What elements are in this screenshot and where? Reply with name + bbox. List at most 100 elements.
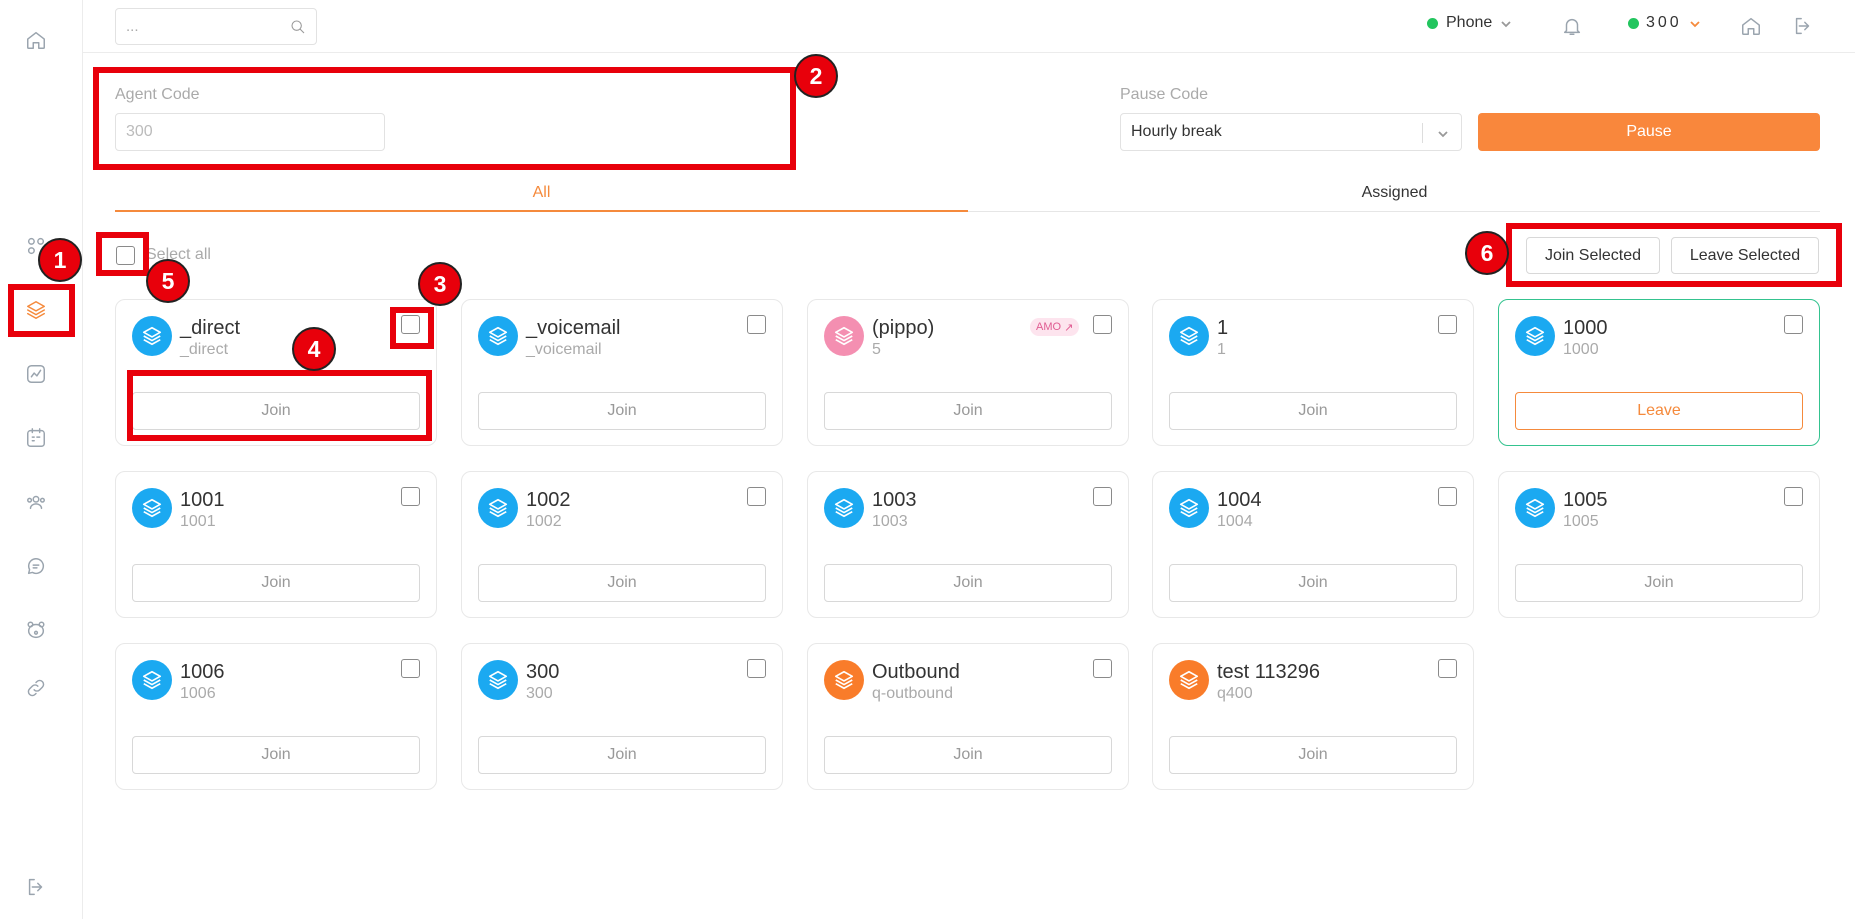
logout-icon[interactable] bbox=[24, 875, 48, 899]
join-queue-button[interactable]: Join bbox=[478, 736, 766, 774]
queue-checkbox[interactable] bbox=[1784, 487, 1803, 506]
queue-code: 1001 bbox=[180, 513, 216, 530]
logout-icon[interactable] bbox=[1792, 15, 1814, 37]
join-queue-button[interactable]: Join bbox=[824, 392, 1112, 430]
topbar: ... Phone 300 bbox=[83, 0, 1855, 53]
queue-name: _voicemail bbox=[526, 317, 621, 339]
queue-card: 1 1 Join bbox=[1152, 299, 1474, 446]
home-icon[interactable] bbox=[1740, 15, 1762, 37]
queue-code: 1002 bbox=[526, 513, 562, 530]
queue-layers-icon bbox=[1515, 488, 1555, 528]
queue-code: 5 bbox=[872, 341, 881, 358]
phone-status-dot bbox=[1427, 17, 1438, 29]
queue-card: 1006 1006 Join bbox=[115, 643, 437, 790]
home-icon[interactable] bbox=[24, 28, 48, 52]
bell-icon[interactable] bbox=[1561, 15, 1583, 37]
join-queue-button[interactable]: Join bbox=[132, 564, 420, 602]
queue-layers-icon bbox=[824, 660, 864, 700]
queue-card: 1000 1000 Leave bbox=[1498, 299, 1820, 446]
users-icon[interactable] bbox=[24, 490, 48, 514]
annotation-box-6 bbox=[1506, 223, 1842, 287]
queue-layers-icon bbox=[1169, 316, 1209, 356]
tab-all[interactable]: All bbox=[115, 180, 968, 212]
select-divider bbox=[1422, 123, 1423, 143]
queue-card: test 113296 q400 Join bbox=[1152, 643, 1474, 790]
annotation-number-1: 1 bbox=[38, 238, 82, 282]
queue-code: _voicemail bbox=[526, 341, 602, 358]
queue-name: _direct bbox=[180, 317, 241, 339]
queue-name: 1004 bbox=[1217, 489, 1262, 511]
queue-code: 300 bbox=[526, 685, 553, 702]
calendar-icon[interactable] bbox=[24, 426, 48, 450]
queue-layers-icon bbox=[1169, 660, 1209, 700]
queue-card: 1003 1003 Join bbox=[807, 471, 1129, 618]
join-queue-button[interactable]: Join bbox=[824, 564, 1112, 602]
queue-card: 1002 1002 Join bbox=[461, 471, 783, 618]
queue-checkbox[interactable] bbox=[1093, 659, 1112, 678]
queue-code: q-outbound bbox=[872, 685, 953, 702]
join-queue-button[interactable]: Join bbox=[824, 736, 1112, 774]
queue-card: 1005 1005 Join bbox=[1498, 471, 1820, 618]
chevron-down-icon bbox=[1437, 127, 1449, 139]
queue-card: _voicemail _voicemail Join bbox=[461, 299, 783, 446]
queue-name: 1003 bbox=[872, 489, 917, 511]
leave-queue-button[interactable]: Leave bbox=[1515, 392, 1803, 430]
join-queue-button[interactable]: Join bbox=[132, 736, 420, 774]
queue-name: (pippo) bbox=[872, 317, 935, 339]
queue-checkbox[interactable] bbox=[747, 487, 766, 506]
annotation-box-4 bbox=[127, 370, 432, 441]
queue-layers-icon bbox=[478, 316, 518, 356]
pause-button[interactable]: Pause bbox=[1478, 113, 1820, 151]
bear-icon[interactable] bbox=[24, 618, 48, 642]
queue-checkbox[interactable] bbox=[1093, 315, 1112, 334]
queue-code: 1 bbox=[1217, 341, 1226, 358]
join-queue-button[interactable]: Join bbox=[1169, 392, 1457, 430]
join-queue-button[interactable]: Join bbox=[478, 564, 766, 602]
queue-checkbox[interactable] bbox=[747, 315, 766, 334]
chevron-down-icon bbox=[1500, 17, 1512, 29]
queue-layers-icon bbox=[1515, 316, 1555, 356]
queue-name: 1002 bbox=[526, 489, 571, 511]
queue-card: (pippo) 5 AMO ↗ Join bbox=[807, 299, 1129, 446]
search-icon bbox=[290, 19, 306, 35]
pause-code-select[interactable]: Hourly break bbox=[1120, 113, 1462, 151]
join-queue-button[interactable]: Join bbox=[1515, 564, 1803, 602]
queue-layers-icon bbox=[132, 488, 172, 528]
search-input[interactable]: ... bbox=[115, 8, 317, 45]
queue-name: Outbound bbox=[872, 661, 960, 683]
queue-name: 1006 bbox=[180, 661, 225, 683]
queue-checkbox[interactable] bbox=[1438, 487, 1457, 506]
queue-checkbox[interactable] bbox=[401, 659, 420, 678]
phone-selector[interactable]: Phone bbox=[1427, 14, 1512, 32]
queue-layers-icon bbox=[824, 488, 864, 528]
join-queue-button[interactable]: Join bbox=[1169, 564, 1457, 602]
queue-layers-icon bbox=[132, 316, 172, 356]
queue-code: q400 bbox=[1217, 685, 1253, 702]
agent-number: 300 bbox=[1646, 14, 1682, 31]
chevron-down-icon bbox=[1689, 17, 1701, 29]
agent-status-selector[interactable]: 300 bbox=[1628, 14, 1701, 32]
queue-name: 300 bbox=[526, 661, 560, 683]
join-queue-button[interactable]: Join bbox=[478, 392, 766, 430]
chat-icon[interactable] bbox=[24, 554, 48, 578]
queue-name: test 113296 bbox=[1217, 661, 1321, 683]
queue-checkbox[interactable] bbox=[1438, 659, 1457, 678]
queue-checkbox[interactable] bbox=[401, 487, 420, 506]
tab-assigned[interactable]: Assigned bbox=[968, 180, 1821, 212]
queue-code: 1003 bbox=[872, 513, 908, 530]
link-icon[interactable] bbox=[24, 676, 48, 700]
queue-card: Outbound q-outbound Join bbox=[807, 643, 1129, 790]
queue-layers-icon bbox=[478, 660, 518, 700]
pause-code-value: Hourly break bbox=[1131, 123, 1222, 140]
queue-code: 1006 bbox=[180, 685, 216, 702]
annotation-number-3: 3 bbox=[418, 262, 462, 306]
queue-layers-icon bbox=[478, 488, 518, 528]
chart-icon[interactable] bbox=[24, 362, 48, 386]
annotation-box-1 bbox=[8, 284, 75, 337]
amo-badge[interactable]: AMO ↗ bbox=[1030, 318, 1080, 336]
join-queue-button[interactable]: Join bbox=[1169, 736, 1457, 774]
queue-checkbox[interactable] bbox=[1438, 315, 1457, 334]
queue-checkbox[interactable] bbox=[747, 659, 766, 678]
queue-checkbox[interactable] bbox=[1784, 315, 1803, 334]
queue-checkbox[interactable] bbox=[1093, 487, 1112, 506]
